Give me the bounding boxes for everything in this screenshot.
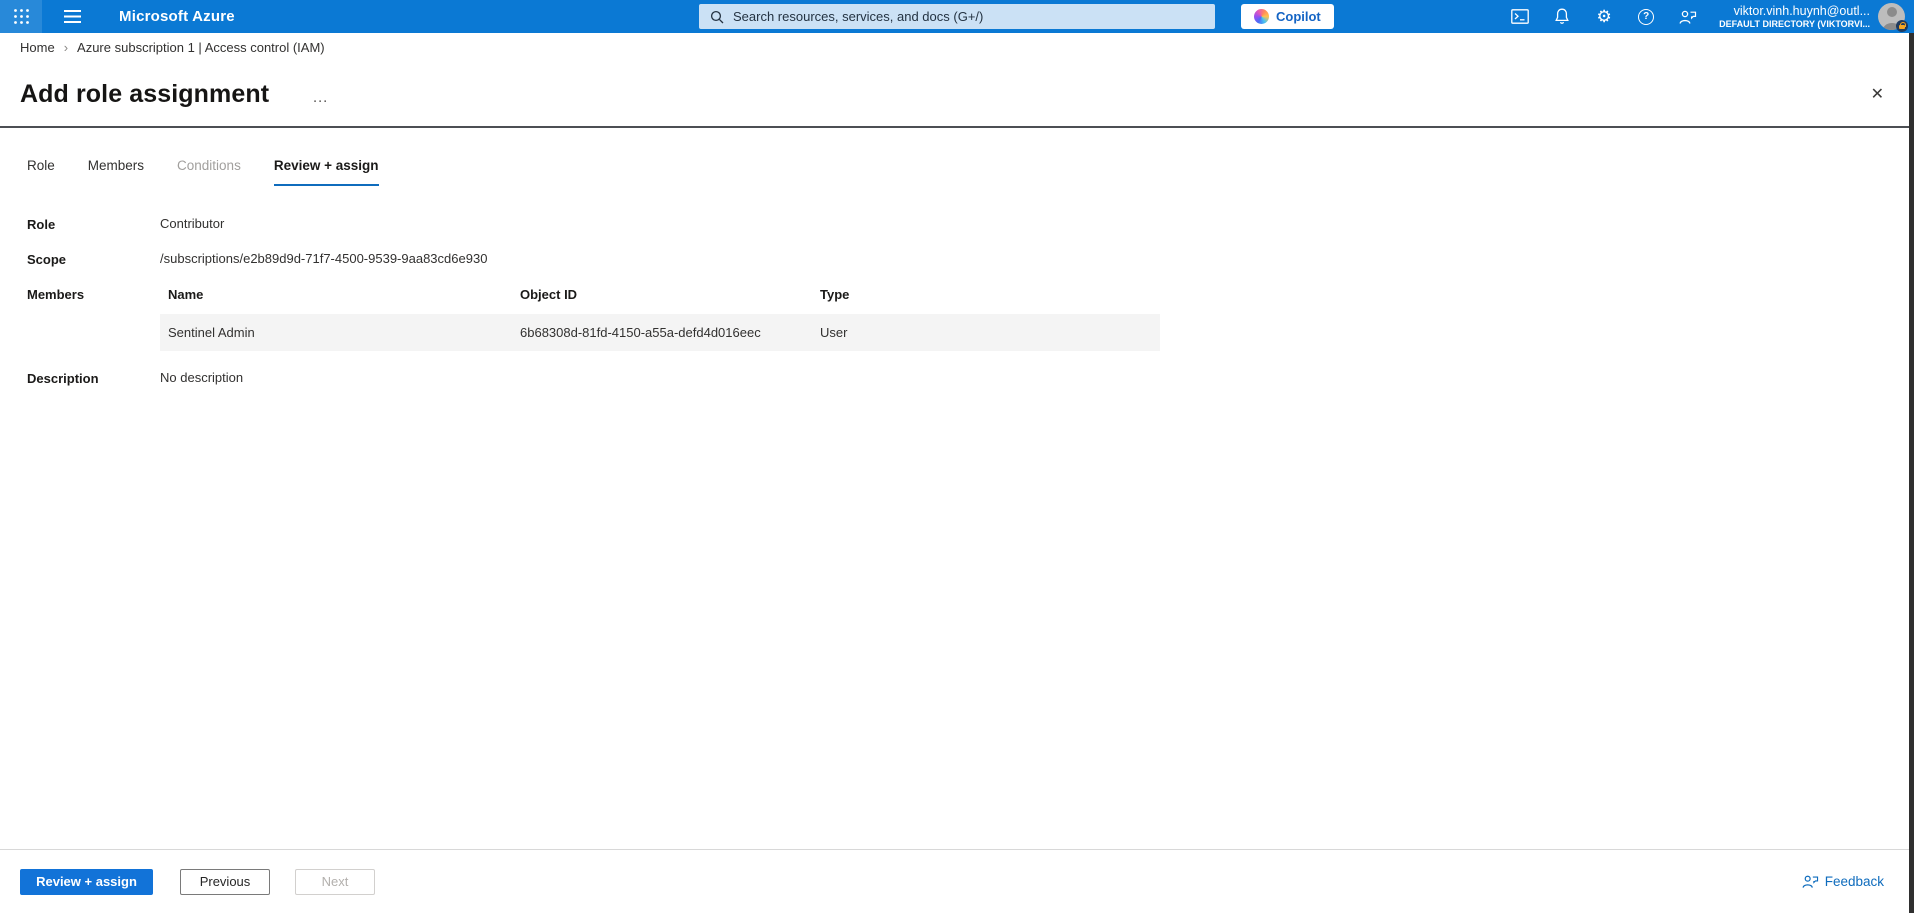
cloud-shell-button[interactable] [1499,0,1541,33]
wizard-footer: Review + assign Previous Next Feedback [0,849,1914,913]
tab-conditions: Conditions [177,158,241,173]
member-name-cell: Sentinel Admin [168,325,255,340]
feedback-icon [1802,875,1818,888]
more-options-button[interactable]: … [312,90,330,106]
role-label: Role [27,217,56,232]
member-type-cell: User [820,325,848,340]
members-table-header: Name Object ID Type [160,286,1160,314]
copilot-label: Copilot [1276,9,1321,24]
topbar: Microsoft Azure Copilot [0,0,1914,33]
feedback-topbar-button[interactable] [1667,0,1709,33]
hamburger-icon [63,10,81,23]
account-directory: DEFAULT DIRECTORY (VIKTORVI... [1719,18,1870,29]
close-icon[interactable]: ✕ [1863,80,1892,108]
members-row: Members Name Object ID Type Sentinel Adm… [27,286,1914,351]
topbar-right: ⚙ ? viktor.vinh.huynh@outl... DEFAULT DI… [1499,0,1914,33]
settings-button[interactable]: ⚙ [1583,0,1625,33]
blade-header: Add role assignment … ✕ [0,62,1914,126]
breadcrumb-current-link[interactable]: Azure subscription 1 | Access control (I… [77,40,325,55]
scope-label: Scope [27,252,67,267]
tab-review-assign[interactable]: Review + assign [273,158,379,186]
search-box[interactable] [699,4,1215,29]
description-label: Description [27,371,99,386]
global-search [699,4,1215,29]
scope-row: Scope /subscriptions/e2b89d9d-71f7-4500-… [27,251,1914,267]
search-input[interactable] [733,9,1204,24]
settings-gear-icon: ⚙ [1596,7,1612,26]
tab-role[interactable]: Role [27,158,55,186]
member-object-id-cell: 6b68308d-81fd-4150-a55a-defd4d016eec [520,325,761,340]
description-value: No description [160,370,244,385]
members-label: Members [27,287,85,302]
breadcrumb: Home › Azure subscription 1 | Access con… [0,33,1914,62]
feedback-label: Feedback [1824,874,1884,889]
role-row: Role Contributor [27,216,1914,232]
previous-button[interactable]: Previous [180,868,270,895]
lock-badge-icon [1896,20,1908,32]
column-header-type: Type [820,287,850,302]
help-icon: ? [1638,8,1655,25]
app-launcher-icon [13,9,29,24]
help-button[interactable]: ? [1625,0,1667,33]
account-email: viktor.vinh.huynh@outl... [1733,3,1870,18]
wizard-tabs: Role Members Conditions Review + assign [0,128,1914,186]
review-summary: Role Contributor Scope /subscriptions/e2… [0,186,1914,386]
notifications-bell-icon [1555,8,1569,24]
copilot-icon [1254,9,1269,24]
page-title: Add role assignment [20,79,270,108]
brand-title[interactable]: Microsoft Azure [119,8,235,25]
breadcrumb-separator-icon: › [63,40,69,55]
role-value: Contributor [160,216,225,231]
app-launcher-button[interactable] [0,0,42,33]
copilot-button[interactable]: Copilot [1241,4,1334,29]
tab-members[interactable]: Members [88,158,144,186]
account-info[interactable]: viktor.vinh.huynh@outl... DEFAULT DIRECT… [1719,4,1870,30]
feedback-person-icon [1679,10,1697,24]
description-row: Description No description [27,370,1914,386]
window-edge [1909,33,1914,913]
column-header-name: Name [168,287,204,302]
feedback-link[interactable]: Feedback [1802,874,1884,889]
breadcrumb-home-link[interactable]: Home [20,40,55,55]
members-table: Name Object ID Type Sentinel Admin 6b683… [160,286,1160,351]
scope-value: /subscriptions/e2b89d9d-71f7-4500-9539-9… [160,251,488,266]
avatar[interactable] [1878,3,1908,32]
next-button: Next [295,868,375,895]
column-header-object-id: Object ID [520,287,578,302]
cloud-shell-icon [1511,9,1529,24]
review-assign-button[interactable]: Review + assign [20,868,153,895]
hamburger-menu-button[interactable] [51,0,93,33]
search-icon [710,10,724,23]
table-row[interactable]: Sentinel Admin 6b68308d-81fd-4150-a55a-d… [160,314,1160,351]
notifications-button[interactable] [1541,0,1583,33]
azure-portal-window: Microsoft Azure Copilot [0,0,1914,913]
